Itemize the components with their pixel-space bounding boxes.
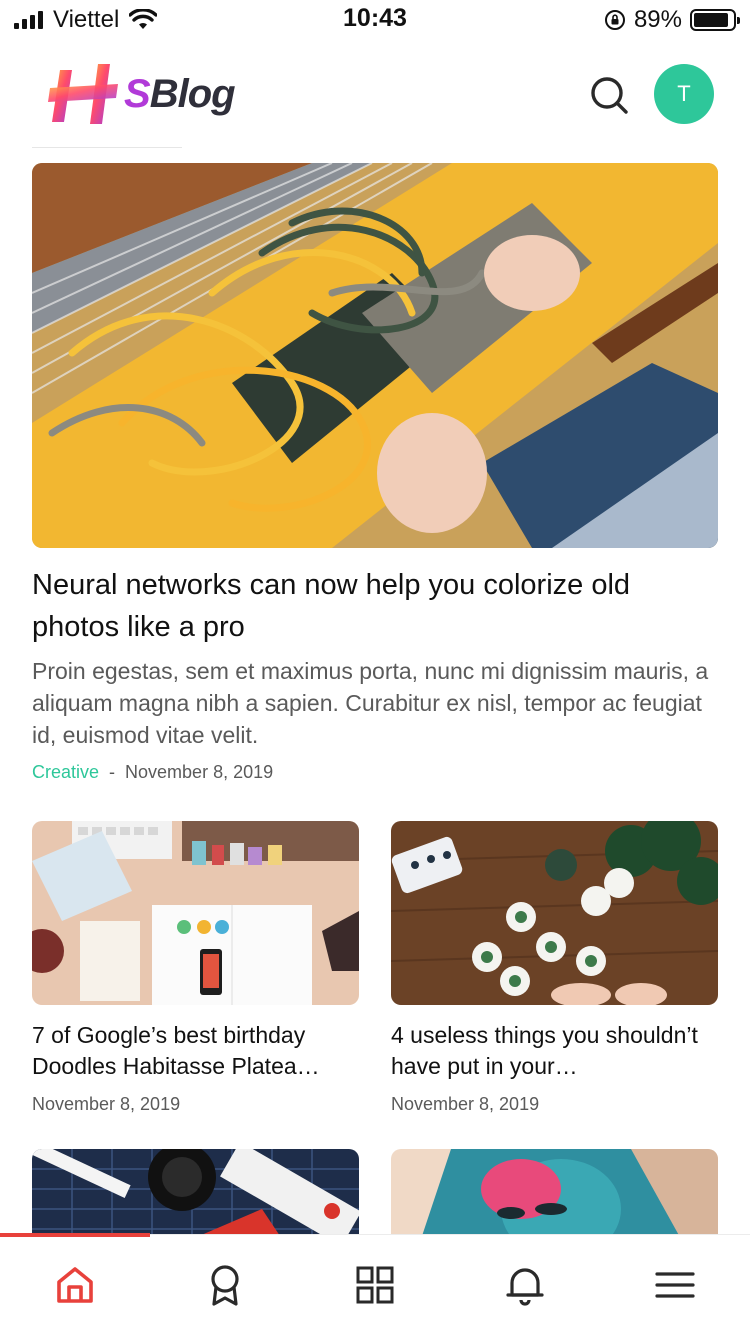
- article-image[interactable]: [391, 1149, 718, 1239]
- article-title[interactable]: 4 useless things you shouldn’t have put …: [391, 1020, 718, 1082]
- app-header: SBlog T: [0, 40, 750, 150]
- meta-separator: -: [109, 762, 116, 782]
- search-icon: [591, 77, 628, 114]
- category-link[interactable]: Creative: [32, 762, 99, 783]
- article-title[interactable]: 7 of Google’s best birthday Doodles Habi…: [32, 1020, 359, 1082]
- article-date: November 8, 2019: [32, 1094, 181, 1114]
- avatar-initial: T: [677, 81, 691, 106]
- bottom-tab-bar: [0, 1233, 750, 1334]
- status-bar: Viettel 10:43 89%: [0, 0, 750, 40]
- desk-photo: [32, 821, 359, 1005]
- featured-date: November 8, 2019: [125, 762, 274, 782]
- featured-title[interactable]: Neural networks can now help you coloriz…: [32, 564, 718, 648]
- tab-home[interactable]: [45, 1255, 105, 1315]
- grid-icon: [356, 1266, 394, 1304]
- weaving-photo: [32, 163, 718, 548]
- rotation-lock-icon: [604, 10, 625, 30]
- search-button[interactable]: [586, 72, 634, 120]
- painting-photo: [391, 821, 718, 1005]
- article-date: November 8, 2019: [391, 1094, 540, 1114]
- logo[interactable]: SBlog: [46, 62, 246, 128]
- article-card[interactable]: 4 useless things you shouldn’t have put …: [391, 821, 718, 1115]
- tab-categories[interactable]: [345, 1255, 405, 1315]
- active-tab-indicator: [0, 1233, 150, 1237]
- article-image[interactable]: [391, 821, 718, 1005]
- tab-notifications[interactable]: [495, 1255, 555, 1315]
- logo-text: SBlog: [124, 72, 236, 116]
- cutting-mat-photo: [32, 1149, 359, 1239]
- portrait-painting-photo: [391, 1149, 718, 1239]
- menu-icon: [655, 1272, 695, 1298]
- tab-menu[interactable]: [645, 1255, 705, 1315]
- article-card[interactable]: 7 of Google’s best birthday Doodles Habi…: [32, 821, 359, 1115]
- featured-excerpt: Proin egestas, sem et maximus porta, nun…: [32, 658, 709, 748]
- tab-awards[interactable]: [195, 1255, 255, 1315]
- bell-icon: [506, 1268, 544, 1306]
- article-image[interactable]: [32, 1149, 359, 1239]
- avatar[interactable]: T: [654, 64, 714, 124]
- header-divider: [32, 147, 182, 148]
- article-image[interactable]: [32, 821, 359, 1005]
- logo-mark-icon: [48, 64, 118, 124]
- featured-image[interactable]: [32, 163, 718, 548]
- battery-percent: 89%: [633, 6, 682, 33]
- featured-meta: Creative - November 8, 2019: [32, 762, 273, 783]
- award-icon: [211, 1265, 239, 1306]
- home-icon: [57, 1267, 93, 1303]
- battery-icon: [690, 9, 740, 31]
